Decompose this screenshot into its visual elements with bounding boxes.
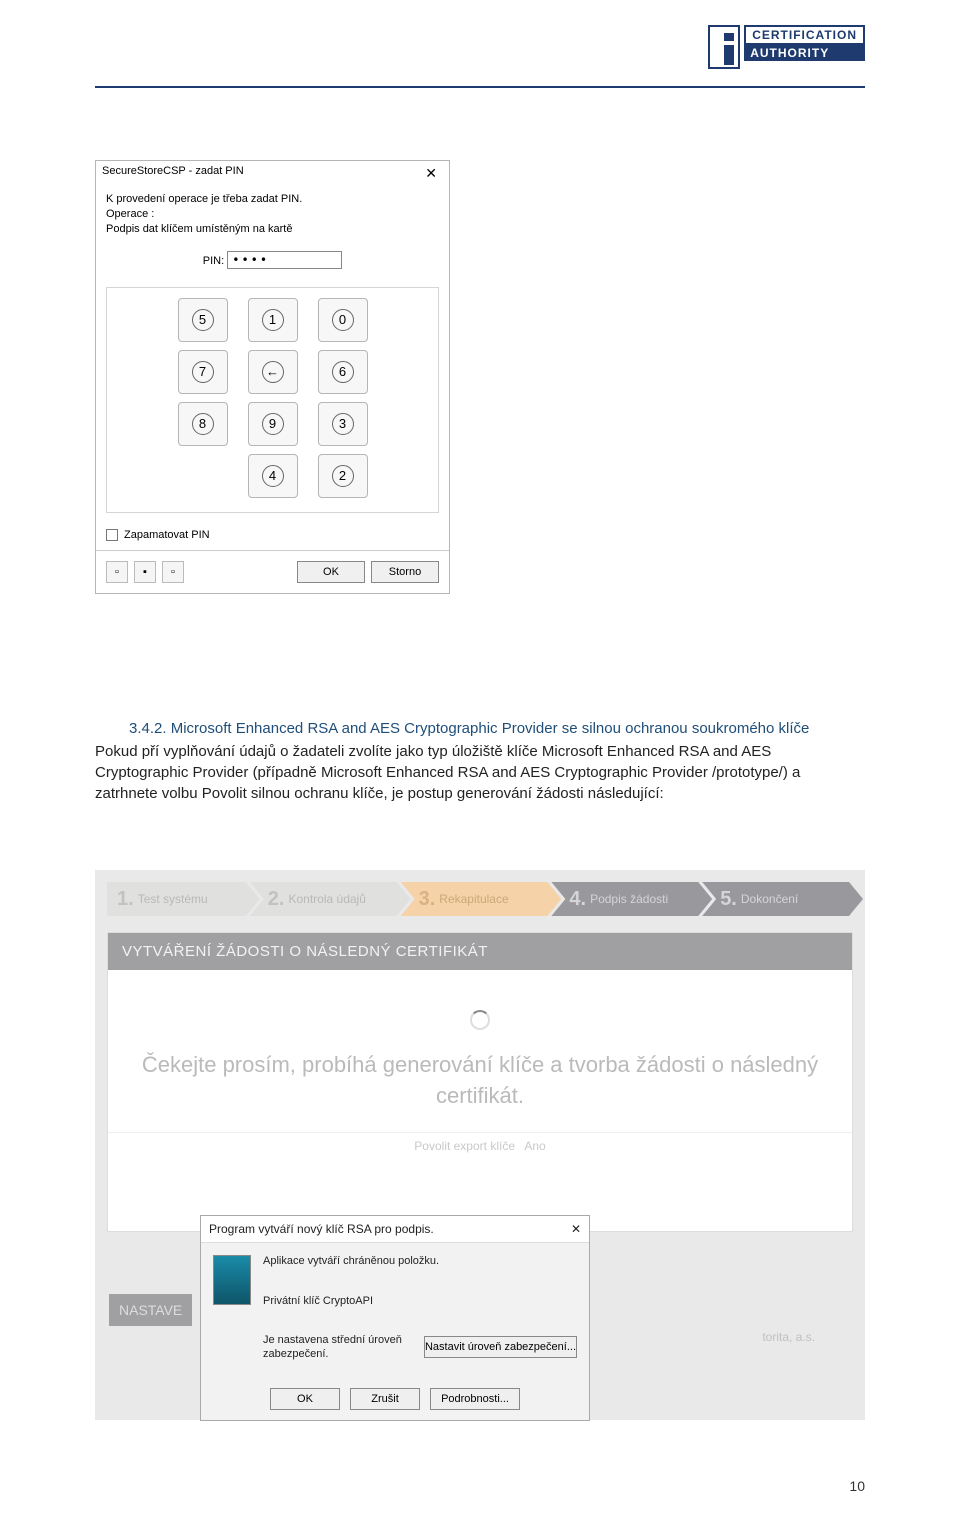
keypad-7[interactable]: 7 (178, 350, 228, 394)
cancel-button[interactable]: Storno (371, 561, 439, 583)
pin-dialog: SecureStoreCSP - zadat PIN ✕ K provedení… (95, 160, 450, 594)
rsa-ok-button[interactable]: OK (270, 1388, 340, 1410)
rsa-dialog: Program vytváří nový klíč RSA pro podpis… (200, 1215, 590, 1421)
wizard-steps: 1.Test systému 2.Kontrola údajů 3.Rekapi… (107, 882, 853, 916)
section-title: Microsoft Enhanced RSA and AES Cryptogra… (171, 720, 810, 737)
logo-authority: AUTHORITY (744, 45, 865, 61)
pin-label: PIN: (203, 255, 224, 267)
panel-title: VYTVÁŘENÍ ŽÁDOSTI O NÁSLEDNÝ CERTIFIKÁT (108, 933, 852, 970)
pin-input[interactable] (227, 251, 342, 269)
close-icon[interactable]: ✕ (419, 165, 443, 182)
page-number: 10 (849, 1478, 865, 1494)
pin-keypad: 5 1 0 7 ← 6 8 9 3 4 2 (173, 298, 373, 498)
footer-icon-2[interactable]: ▪ (134, 561, 156, 583)
keypad-3[interactable]: 3 (318, 402, 368, 446)
rsa-line1: Aplikace vytváří chráněnou položku. (263, 1255, 577, 1267)
step-1[interactable]: 1.Test systému (107, 882, 260, 916)
rsa-security-text: Je nastavena střední úroveň zabezpečení. (263, 1333, 414, 1362)
keypad-0[interactable]: 0 (318, 298, 368, 342)
header-logo: CERTIFICATION AUTHORITY (708, 25, 865, 69)
section-number: 3.4.2. (129, 720, 167, 737)
pin-dialog-title: SecureStoreCSP - zadat PIN (102, 165, 244, 182)
remember-pin-label: Zapamatovat PIN (124, 529, 210, 541)
rsa-line2: Privátní klíč CryptoAPI (263, 1295, 577, 1307)
keypad-5[interactable]: 5 (178, 298, 228, 342)
keypad-2[interactable]: 2 (318, 454, 368, 498)
keypad-1[interactable]: 1 (248, 298, 298, 342)
keypad-9[interactable]: 9 (248, 402, 298, 446)
keypad-back[interactable]: ← (248, 350, 298, 394)
step-3[interactable]: 3.Rekapitulace (401, 882, 562, 916)
logo-certification: CERTIFICATION (744, 25, 865, 45)
footer-icon-1[interactable]: ▫ (106, 561, 128, 583)
spinner-icon (470, 1010, 490, 1030)
pin-info-line2: Operace : (106, 207, 439, 222)
nastave-fragment: NASTAVE (109, 1294, 192, 1326)
torita-fragment: torita, a.s. (762, 1330, 815, 1344)
keypad-8[interactable]: 8 (178, 402, 228, 446)
remember-pin-checkbox[interactable]: Zapamatovat PIN (106, 529, 210, 541)
footer-icon-3[interactable]: ▫ (162, 561, 184, 583)
pin-info-line1: K provedení operace je třeba zadat PIN. (106, 192, 439, 207)
set-security-level-button[interactable]: Nastavit úroveň zabezpečení... (424, 1336, 577, 1358)
step-5[interactable]: 5.Dokončení (702, 882, 863, 916)
step-2[interactable]: 2.Kontrola údajů (250, 882, 411, 916)
sub-label: Povolit export klíče (414, 1139, 515, 1153)
document-section: 3.4.2. Microsoft Enhanced RSA and AES Cr… (95, 720, 865, 804)
keypad-6[interactable]: 6 (318, 350, 368, 394)
rsa-details-button[interactable]: Podrobnosti... (430, 1388, 520, 1410)
step-4[interactable]: 4.Podpis žádosti (551, 882, 712, 916)
pin-info-line3: Podpis dat klíčem umístěným na kartě (106, 222, 439, 237)
header-divider (95, 86, 865, 88)
key-icon (213, 1255, 251, 1305)
close-icon[interactable]: ✕ (571, 1222, 581, 1236)
wait-message: Čekejte prosím, probíhá generování klíče… (138, 1050, 822, 1112)
keypad-4[interactable]: 4 (248, 454, 298, 498)
rsa-dialog-title: Program vytváří nový klíč RSA pro podpis… (209, 1222, 434, 1236)
section-body: Pokud pří vyplňování údajů o žadateli zv… (95, 741, 865, 804)
logo-i-icon (708, 25, 740, 69)
ok-button[interactable]: OK (297, 561, 365, 583)
rsa-cancel-button[interactable]: Zrušit (350, 1388, 420, 1410)
sub-value: Ano (524, 1139, 545, 1153)
